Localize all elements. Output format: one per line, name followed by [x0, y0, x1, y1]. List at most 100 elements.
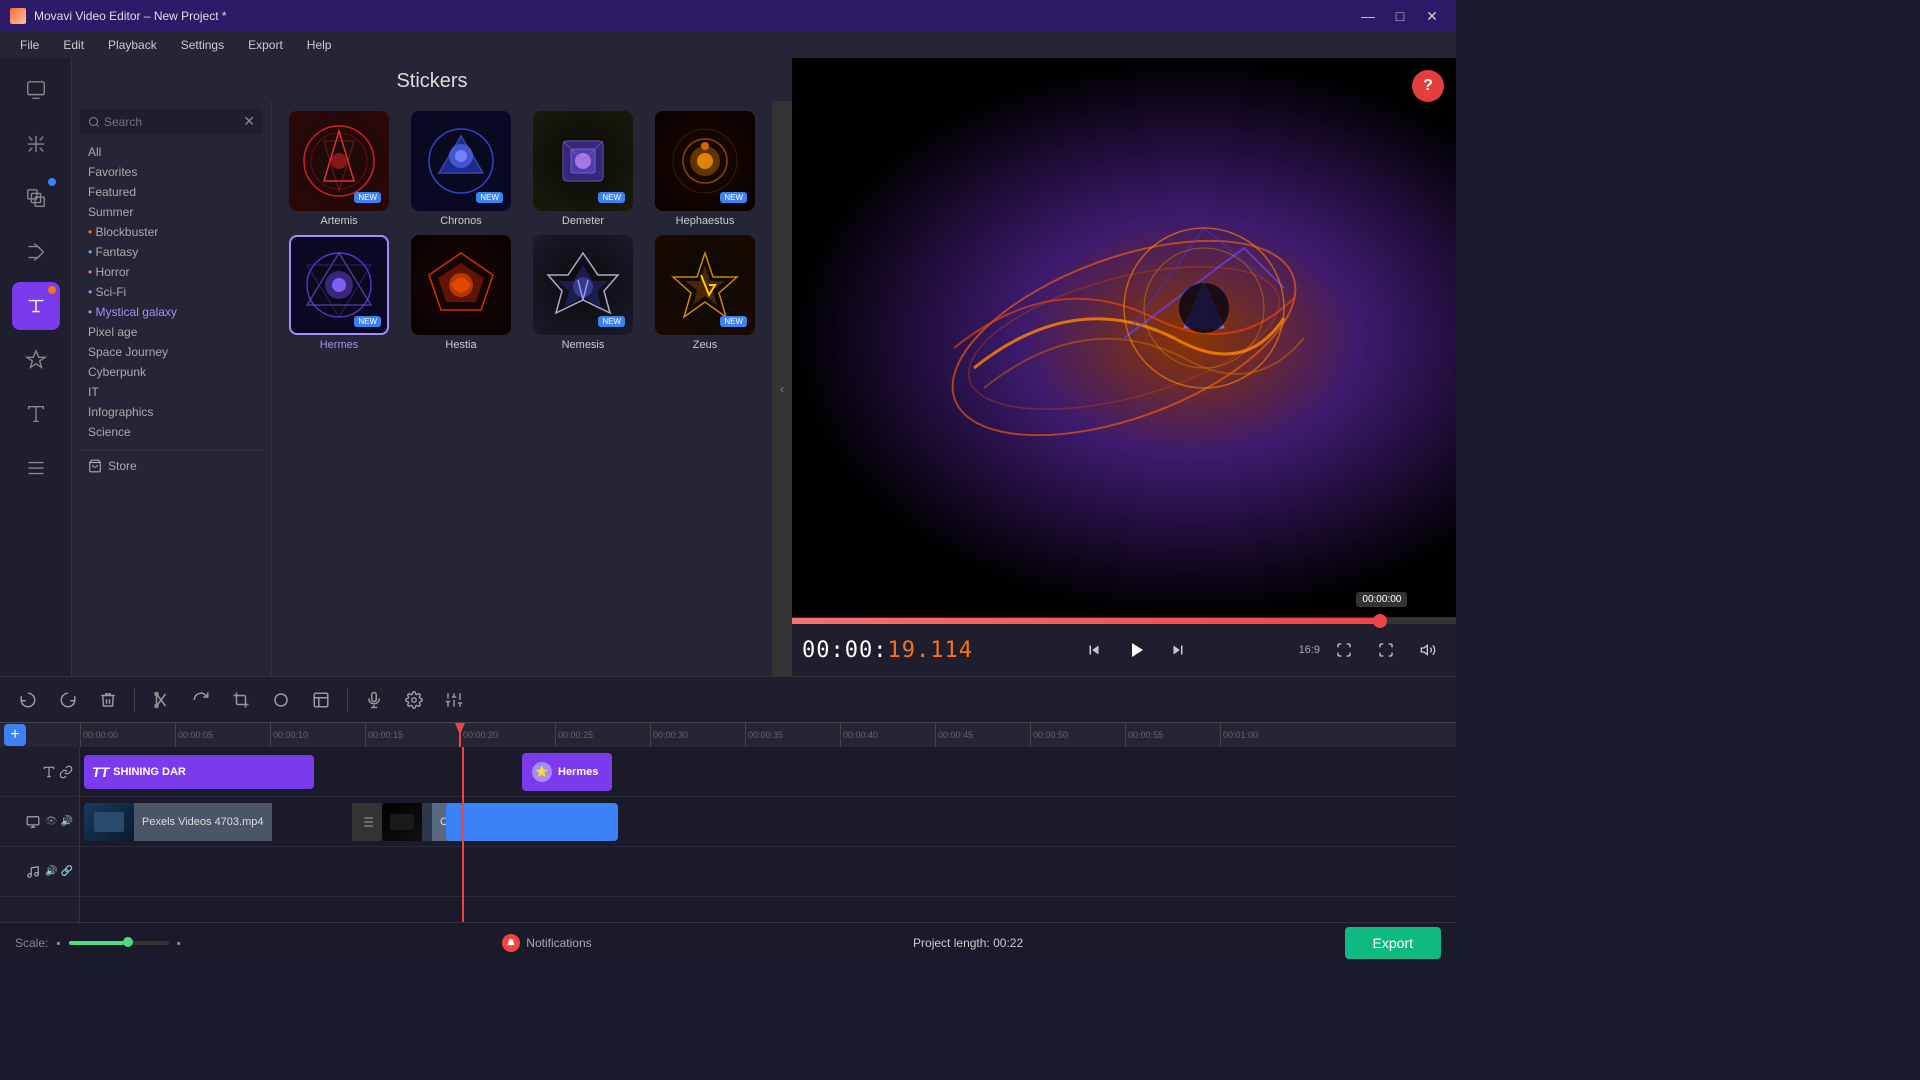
fullscreen-button[interactable] — [1368, 632, 1404, 668]
cat-mystical-galaxy[interactable]: Mystical galaxy — [80, 302, 263, 322]
cat-favorites[interactable]: Favorites — [80, 162, 263, 182]
volume-button[interactable] — [1410, 632, 1446, 668]
cat-pixel-age[interactable]: Pixel age — [80, 322, 263, 342]
tool-titles[interactable] — [12, 282, 60, 330]
search-input[interactable] — [104, 115, 239, 129]
audio-link[interactable]: 🔗 — [61, 866, 73, 877]
scale-decrease[interactable]: ▪ — [56, 936, 60, 950]
tool-overlays[interactable] — [12, 174, 60, 222]
sticker-chronos[interactable]: NEW Chronos — [404, 111, 518, 227]
close-button[interactable]: ✕ — [1418, 6, 1446, 26]
scale-increase[interactable]: ▪ — [177, 936, 181, 950]
cat-science[interactable]: Science — [80, 422, 263, 442]
audio-icon — [365, 691, 383, 709]
video-clip-1[interactable]: Pexels Videos 4703.mp4 — [84, 803, 354, 841]
tool-effects[interactable] — [12, 120, 60, 168]
track-area: TT SHINING DAR ⭐ Hermes — [80, 747, 1456, 922]
menu-file[interactable]: File — [10, 36, 49, 54]
audio-clip[interactable] — [446, 803, 618, 841]
audio-button[interactable] — [356, 684, 392, 716]
skip-start-button[interactable] — [1076, 632, 1112, 668]
scale-slider[interactable] — [69, 941, 169, 945]
cat-space-journey[interactable]: Space Journey — [80, 342, 263, 362]
hermes-new-badge: NEW — [354, 316, 381, 327]
sticker-clip[interactable]: ⭐ Hermes — [522, 753, 612, 791]
delete-button[interactable] — [90, 684, 126, 716]
help-button[interactable]: ? — [1412, 70, 1444, 102]
cat-fantasy[interactable]: Fantasy — [80, 242, 263, 262]
ruler-mark-11: 00:00:55 — [1125, 723, 1220, 747]
sticker-artemis[interactable]: NEW Artemis — [282, 111, 396, 227]
demeter-label: Demeter — [562, 215, 604, 227]
preview-area: ? 00:00:00 00:00:19.114 — [792, 58, 1456, 676]
cat-summer[interactable]: Summer — [80, 202, 263, 222]
add-track-button[interactable]: + — [4, 724, 26, 746]
cat-horror[interactable]: Horror — [80, 262, 263, 282]
tool-import[interactable] — [12, 66, 60, 114]
sticker-zeus[interactable]: NEW Zeus — [648, 235, 762, 351]
audio-mute[interactable]: 🔊 — [45, 866, 57, 877]
color-button[interactable] — [263, 684, 299, 716]
collapse-panel-button[interactable]: ‹ — [772, 101, 792, 676]
skip-start-icon — [1085, 641, 1103, 659]
menu-playback[interactable]: Playback — [98, 36, 167, 54]
cat-blockbuster[interactable]: Blockbuster — [80, 222, 263, 242]
window-controls[interactable]: — □ ✕ — [1354, 6, 1446, 26]
cat-featured[interactable]: Featured — [80, 182, 263, 202]
sticker-nemesis[interactable]: NEW Nemesis — [526, 235, 640, 351]
cat-cyberpunk[interactable]: Cyberpunk — [80, 362, 263, 382]
eye-toggle[interactable]: 👁 — [45, 816, 58, 827]
rotate-button[interactable] — [183, 684, 219, 716]
menu-export[interactable]: Export — [238, 36, 293, 54]
cat-infographics[interactable]: Infographics — [80, 402, 263, 422]
artemis-new-badge: NEW — [354, 192, 381, 203]
progress-thumb[interactable] — [1373, 614, 1387, 628]
cut-button[interactable] — [143, 684, 179, 716]
text-clip[interactable]: TT SHINING DAR — [84, 755, 314, 789]
store-label: Store — [108, 459, 137, 473]
text-track-row: TT SHINING DAR ⭐ Hermes — [80, 747, 1456, 797]
color-icon — [272, 691, 290, 709]
sticker-hermes[interactable]: NEW Hermes — [282, 235, 396, 351]
right-controls: 16:9 — [1299, 632, 1446, 668]
tool-list[interactable] — [12, 444, 60, 492]
cat-it[interactable]: IT — [80, 382, 263, 402]
audio-toggle[interactable]: 🔊 — [61, 816, 73, 827]
cat-sci-fi[interactable]: Sci-Fi — [80, 282, 263, 302]
tool-transitions[interactable] — [12, 228, 60, 276]
sticker-hestia[interactable]: Hestia — [404, 235, 518, 351]
search-clear-button[interactable]: ✕ — [243, 113, 255, 130]
sticker-hephaestus[interactable]: NEW Hephaestus — [648, 111, 762, 227]
menu-edit[interactable]: Edit — [53, 36, 94, 54]
tool-stickers[interactable] — [12, 336, 60, 384]
search-box: ✕ — [80, 109, 263, 134]
timecode: 00:00:19.114 — [802, 638, 973, 663]
store-button[interactable]: Store — [80, 450, 263, 481]
minimize-button[interactable]: — — [1354, 6, 1382, 26]
progress-bar[interactable]: 00:00:00 — [792, 618, 1456, 624]
settings-icon — [405, 691, 423, 709]
fullscreen-crop-button[interactable] — [1326, 632, 1362, 668]
transition-clip[interactable] — [352, 803, 382, 841]
crop-button[interactable] — [223, 684, 259, 716]
notifications-button[interactable]: Notifications — [502, 934, 591, 952]
redo-button[interactable] — [50, 684, 86, 716]
play-button[interactable] — [1116, 630, 1156, 670]
export-button[interactable]: Export — [1345, 927, 1441, 959]
menu-help[interactable]: Help — [297, 36, 342, 54]
tool-text[interactable] — [12, 390, 60, 438]
skip-end-button[interactable] — [1160, 632, 1196, 668]
settings-button[interactable] — [396, 684, 432, 716]
sticker-demeter[interactable]: NEW Demeter — [526, 111, 640, 227]
crop-icon — [1336, 642, 1352, 658]
video-clip-1-label: Pexels Videos 4703.mp4 — [134, 803, 272, 841]
hestia-label: Hestia — [445, 339, 476, 351]
menu-settings[interactable]: Settings — [171, 36, 234, 54]
equalizer-button[interactable] — [436, 684, 472, 716]
cat-all[interactable]: All — [80, 142, 263, 162]
transition-icon — [359, 814, 375, 830]
maximize-button[interactable]: □ — [1386, 6, 1414, 26]
undo-button[interactable] — [10, 684, 46, 716]
cutout-button[interactable] — [303, 684, 339, 716]
text-clip-label: SHINING DAR — [113, 766, 186, 778]
